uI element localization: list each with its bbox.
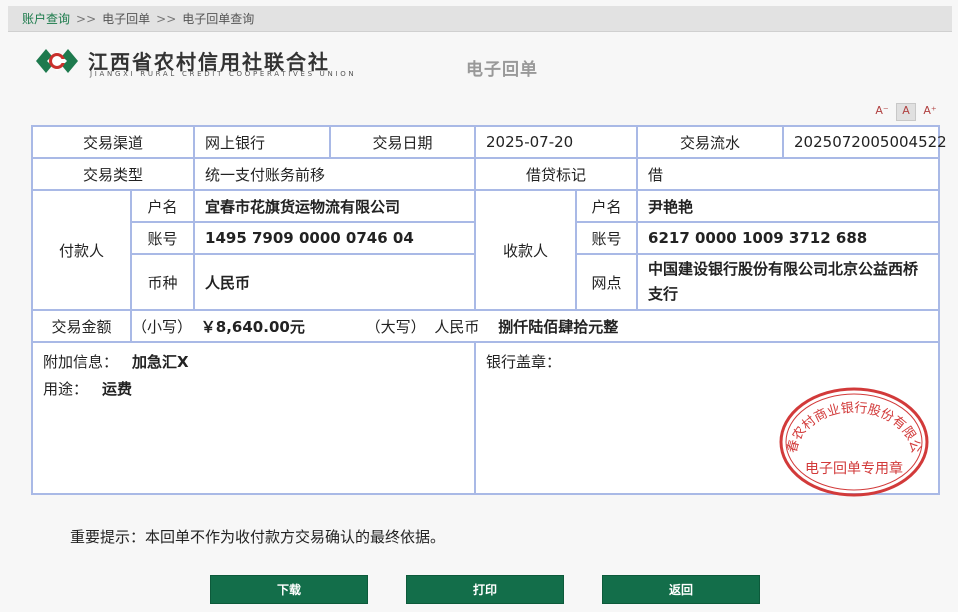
receipt-row-amount: 交易金额 （小写） ￥8,640.00元 （大写） 人民币 捌仟陆佰肆拾元整	[31, 309, 941, 343]
payee-account-label: 账号	[575, 221, 639, 255]
dc-value: 借	[636, 157, 941, 191]
extra-info-cell: 附加信息： 加急汇X 用途： 运费	[30, 341, 477, 495]
date-value: 2025-07-20	[474, 125, 639, 159]
amount-small-value: ￥8,640.00元	[200, 317, 305, 336]
breadcrumb-e-receipt-query[interactable]: 电子回单查询	[182, 12, 254, 26]
back-button[interactable]: 返回	[602, 575, 760, 604]
amount-small-label: （小写）	[132, 317, 193, 336]
breadcrumb-separator: >>	[156, 12, 177, 26]
serial-value: 2025072005004522	[782, 125, 947, 159]
amount-big-currency: 人民币	[434, 317, 480, 336]
date-label: 交易日期	[329, 125, 477, 159]
font-increase-button[interactable]: A⁺	[921, 103, 939, 119]
amount-big-value: 捌仟陆佰肆拾元整	[498, 317, 619, 336]
amount-values: （小写） ￥8,640.00元 （大写） 人民币 捌仟陆佰肆拾元整	[129, 309, 941, 343]
font-normal-button[interactable]: A	[896, 103, 916, 121]
payer-label: 付款人	[31, 189, 132, 311]
font-size-controls: A⁻ A A⁺	[868, 99, 939, 121]
channel-label: 交易渠道	[30, 125, 196, 159]
seal-top-text: 宜春农村商业银行股份有限公司	[778, 386, 923, 455]
extra-info-value: 加急汇X	[132, 353, 189, 371]
bank-seal-stamp: 宜春农村商业银行股份有限公司 电子回单专用章	[778, 386, 929, 497]
payee-branch: 中国建设银行股份有限公司北京公益西桥支行	[636, 253, 941, 311]
use-value: 运费	[102, 380, 133, 398]
font-decrease-button[interactable]: A⁻	[873, 103, 891, 119]
seal-bottom-text: 电子回单专用章	[805, 460, 903, 477]
important-notice: 重要提示：本回单不作为收付款方交易确认的最终依据。	[70, 528, 446, 546]
use-label: 用途：	[43, 380, 89, 398]
payee-label: 收款人	[474, 189, 578, 311]
payer-account-label: 账号	[129, 221, 196, 255]
payer-name: 宜春市花旗货运物流有限公司	[193, 189, 477, 223]
payee-name-label: 户名	[575, 189, 639, 223]
serial-label: 交易流水	[636, 125, 785, 159]
breadcrumb-e-receipt[interactable]: 电子回单	[102, 12, 150, 26]
receipt-row-type: 交易类型 统一支付账务前移 借贷标记 借	[30, 157, 941, 191]
receipt-row-channel: 交易渠道 网上银行 交易日期 2025-07-20 交易流水 202507200…	[30, 125, 947, 159]
extra-info-label: 附加信息：	[43, 353, 119, 371]
type-value: 统一支付账务前移	[193, 157, 477, 191]
amount-big-label: （大写）	[365, 317, 426, 336]
print-button[interactable]: 打印	[406, 575, 564, 604]
payer-currency: 人民币	[193, 253, 477, 311]
svg-text:宜春农村商业银行股份有限公司: 宜春农村商业银行股份有限公司	[778, 386, 923, 455]
channel-value: 网上银行	[193, 125, 332, 159]
payer-name-label: 户名	[129, 189, 196, 223]
breadcrumb-separator: >>	[76, 12, 97, 26]
dc-label: 借贷标记	[474, 157, 639, 191]
payee-account: 6217 0000 1009 3712 688	[636, 221, 941, 255]
amount-label: 交易金额	[31, 309, 132, 343]
bank-logo-en: JIANGXI RURAL CREDIT COOPERATIVES UNION	[90, 70, 357, 78]
receipt-row-name: 付款人 户名 宜春市花旗货运物流有限公司 收款人 户名 尹艳艳	[31, 189, 941, 311]
page-title: 电子回单	[466, 60, 538, 80]
payee-name: 尹艳艳	[636, 189, 941, 223]
breadcrumb-account-query[interactable]: 账户查询	[22, 12, 70, 26]
type-label: 交易类型	[30, 157, 196, 191]
breadcrumb: 账户查询 >> 电子回单 >> 电子回单查询	[8, 6, 952, 32]
payer-currency-label: 币种	[129, 253, 196, 311]
bank-logo-icon	[36, 49, 78, 73]
payee-branch-label: 网点	[575, 253, 639, 311]
seal-label: 银行盖章：	[486, 353, 562, 371]
payer-account: 1495 7909 0000 0746 04	[193, 221, 477, 255]
download-button[interactable]: 下载	[210, 575, 368, 604]
